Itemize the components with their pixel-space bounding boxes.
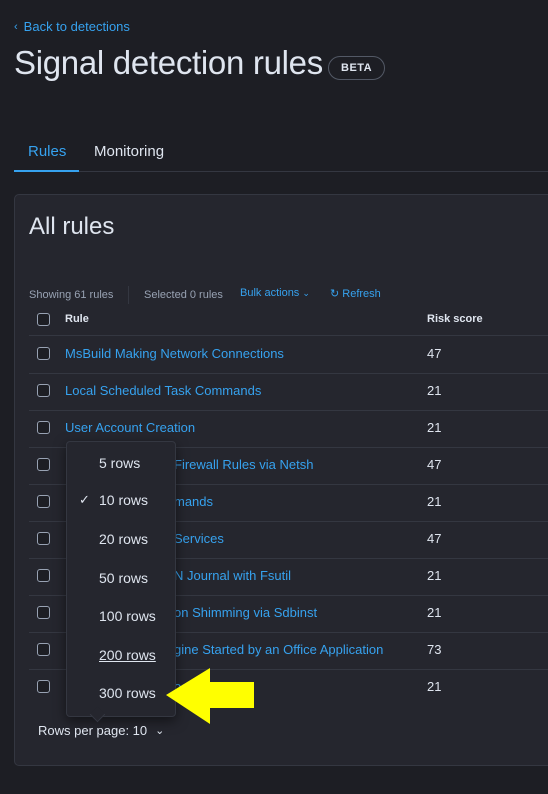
risk-score-value: 47 xyxy=(427,457,442,472)
risk-score-value: 73 xyxy=(427,642,442,657)
risk-score-value: 21 xyxy=(427,568,442,583)
row-checkbox[interactable] xyxy=(37,384,50,397)
rule-name-link[interactable]: Local Scheduled Task Commands xyxy=(65,383,261,398)
risk-score-value: 21 xyxy=(427,420,442,435)
rule-name-link[interactable]: MsBuild Making Network Connections xyxy=(65,346,284,361)
rows-option-20[interactable]: 20 rows xyxy=(99,531,148,547)
row-checkbox[interactable] xyxy=(37,680,50,693)
page-title: Signal detection rules xyxy=(14,44,323,81)
risk-score-value: 21 xyxy=(427,494,442,509)
rows-per-page-label: Rows per page: 10 xyxy=(38,723,148,738)
risk-score-value: 21 xyxy=(427,383,442,398)
bulk-actions-button[interactable]: Bulk actions ⌄ xyxy=(240,287,310,299)
yellow-annotation-arrow-icon xyxy=(166,668,254,724)
column-header-risk-score[interactable]: Risk score xyxy=(427,313,483,325)
tab-rules[interactable]: Rules xyxy=(28,143,66,160)
row-divider xyxy=(29,410,548,411)
rows-per-page-button[interactable]: Rows per page: 10 ⌄ xyxy=(38,723,164,738)
risk-score-value: 47 xyxy=(427,346,442,361)
row-checkbox[interactable] xyxy=(37,495,50,508)
back-to-detections-link[interactable]: ‹ Back to detections xyxy=(14,19,130,34)
row-checkbox[interactable] xyxy=(37,569,50,582)
table-header-divider xyxy=(29,335,548,336)
bulk-actions-label: Bulk actions xyxy=(240,287,300,299)
rule-name-link[interactable]: Firewall Rules via Netsh xyxy=(174,457,313,472)
rule-name-link[interactable]: mands xyxy=(174,494,213,509)
rule-name-link[interactable]: Services xyxy=(174,531,224,546)
tab-monitoring[interactable]: Monitoring xyxy=(94,143,164,160)
refresh-icon: ↻ xyxy=(330,288,340,300)
row-divider xyxy=(29,373,548,374)
row-checkbox[interactable] xyxy=(37,532,50,545)
check-icon: ✓ xyxy=(79,492,90,507)
rule-name-link[interactable]: gine Started by an Office Application xyxy=(174,642,383,657)
row-checkbox[interactable] xyxy=(37,606,50,619)
row-checkbox[interactable] xyxy=(37,347,50,360)
chevron-down-icon: ⌄ xyxy=(155,725,165,737)
rows-option-5[interactable]: 5 rows xyxy=(99,455,140,471)
rule-name-link[interactable]: User Account Creation xyxy=(65,420,195,435)
refresh-label: Refresh xyxy=(342,288,381,300)
rule-name-link[interactable]: N Journal with Fsutil xyxy=(174,568,291,583)
select-all-checkbox[interactable] xyxy=(37,313,50,326)
row-checkbox[interactable] xyxy=(37,421,50,434)
utility-divider xyxy=(128,286,129,304)
rows-option-10[interactable]: 10 rows xyxy=(99,492,148,508)
back-link-label: Back to detections xyxy=(23,19,130,34)
row-checkbox[interactable] xyxy=(37,458,50,471)
active-tab-indicator xyxy=(14,170,79,172)
refresh-button[interactable]: ↻ Refresh xyxy=(330,287,381,300)
chevron-down-icon: ⌄ xyxy=(302,288,310,298)
panel-title: All rules xyxy=(29,213,115,240)
risk-score-value: 21 xyxy=(427,605,442,620)
rows-option-100[interactable]: 100 rows xyxy=(99,608,156,624)
column-header-rule[interactable]: Rule xyxy=(65,313,89,325)
selected-count: Selected 0 rules xyxy=(144,289,223,301)
chevron-left-icon: ‹ xyxy=(14,20,18,33)
rule-name-link[interactable]: on Shimming via Sdbinst xyxy=(174,605,317,620)
risk-score-value: 21 xyxy=(427,679,442,694)
tabs-divider xyxy=(14,171,548,172)
rows-option-50[interactable]: 50 rows xyxy=(99,570,148,586)
rows-option-200[interactable]: 200 rows xyxy=(99,647,156,663)
rows-option-300[interactable]: 300 rows xyxy=(99,685,156,701)
row-checkbox[interactable] xyxy=(37,643,50,656)
risk-score-value: 47 xyxy=(427,531,442,546)
showing-count: Showing 61 rules xyxy=(29,289,114,301)
beta-badge: BETA xyxy=(328,56,386,80)
